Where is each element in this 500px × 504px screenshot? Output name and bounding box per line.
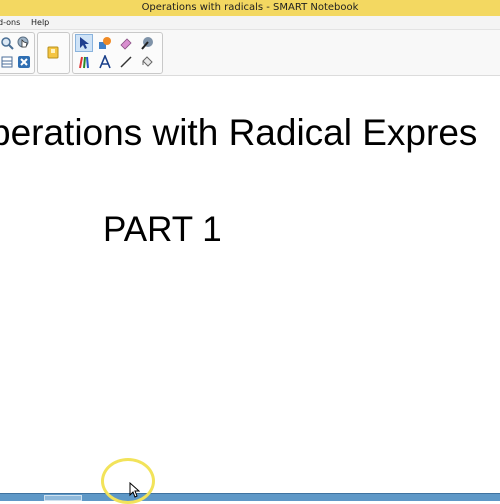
text-icon[interactable]	[96, 53, 114, 71]
cursor-highlight	[101, 458, 155, 504]
table-icon[interactable]	[0, 53, 16, 71]
magnifier-icon[interactable]	[0, 34, 16, 52]
line-icon[interactable]	[117, 53, 135, 71]
toolbar-group-view	[0, 32, 35, 74]
shapes-icon[interactable]	[96, 34, 114, 52]
mouse-cursor-icon	[129, 481, 141, 502]
menu-help[interactable]: Help	[31, 17, 49, 28]
page-heading: perations with Radical Expres	[0, 112, 478, 153]
eraser-icon[interactable]	[117, 34, 135, 52]
toolbar-group-attachment	[37, 32, 70, 74]
delete-icon[interactable]	[15, 53, 33, 71]
title-bar: Operations with radicals - SMART Noteboo…	[0, 0, 500, 16]
fill-icon[interactable]	[138, 53, 156, 71]
page-subheading: PART 1	[103, 210, 222, 249]
magic-pen-icon[interactable]	[138, 34, 156, 52]
window-title: Operations with radicals - SMART Noteboo…	[141, 2, 359, 13]
attachment-icon[interactable]	[44, 43, 62, 61]
toolbar	[0, 30, 500, 76]
hand-pointer-icon[interactable]	[15, 34, 33, 52]
menu-add-ons[interactable]: d-ons	[0, 17, 20, 28]
menu-bar: d-ons Help	[0, 16, 500, 30]
select-arrow-icon[interactable]	[75, 34, 93, 52]
toolbar-group-tools	[72, 32, 163, 74]
pens-icon[interactable]	[75, 53, 93, 71]
taskbar-app-button[interactable]	[44, 495, 82, 501]
